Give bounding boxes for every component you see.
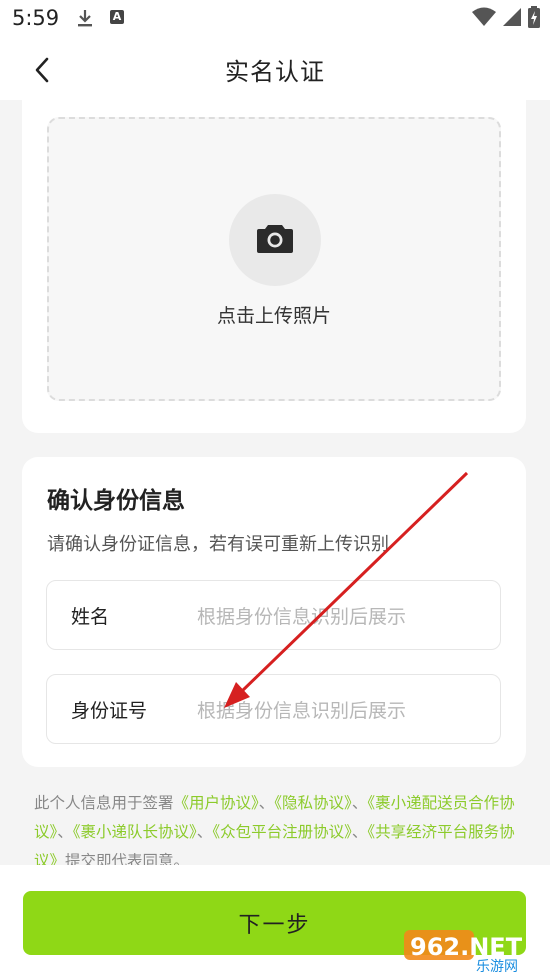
crowdsourcing-agreement-link[interactable]: 《众包平台注册协议》 bbox=[212, 823, 352, 841]
agreement-text: 此个人信息用于签署《用户协议》、《隐私协议》、《裹小递配送员合作协议》、《裹小递… bbox=[34, 789, 520, 876]
watermark-logo: 962.NET 乐游网 bbox=[404, 930, 523, 974]
captain-agreement-link[interactable]: 《裹小递队长协议》 bbox=[73, 823, 197, 841]
separator: 、 bbox=[196, 823, 213, 841]
privacy-agreement-link[interactable]: 《隐私协议》 bbox=[274, 794, 352, 812]
separator: 、 bbox=[351, 823, 368, 841]
separator: 、 bbox=[57, 823, 73, 841]
separator: 、 bbox=[351, 794, 368, 812]
separator: 、 bbox=[258, 794, 275, 812]
agreement-prefix: 此个人信息用于签署 bbox=[34, 794, 174, 812]
watermark-text-top: 962.NET bbox=[410, 933, 523, 961]
user-agreement-link[interactable]: 《用户协议》 bbox=[174, 794, 259, 812]
watermark-text-bottom: 乐游网 bbox=[476, 959, 518, 974]
